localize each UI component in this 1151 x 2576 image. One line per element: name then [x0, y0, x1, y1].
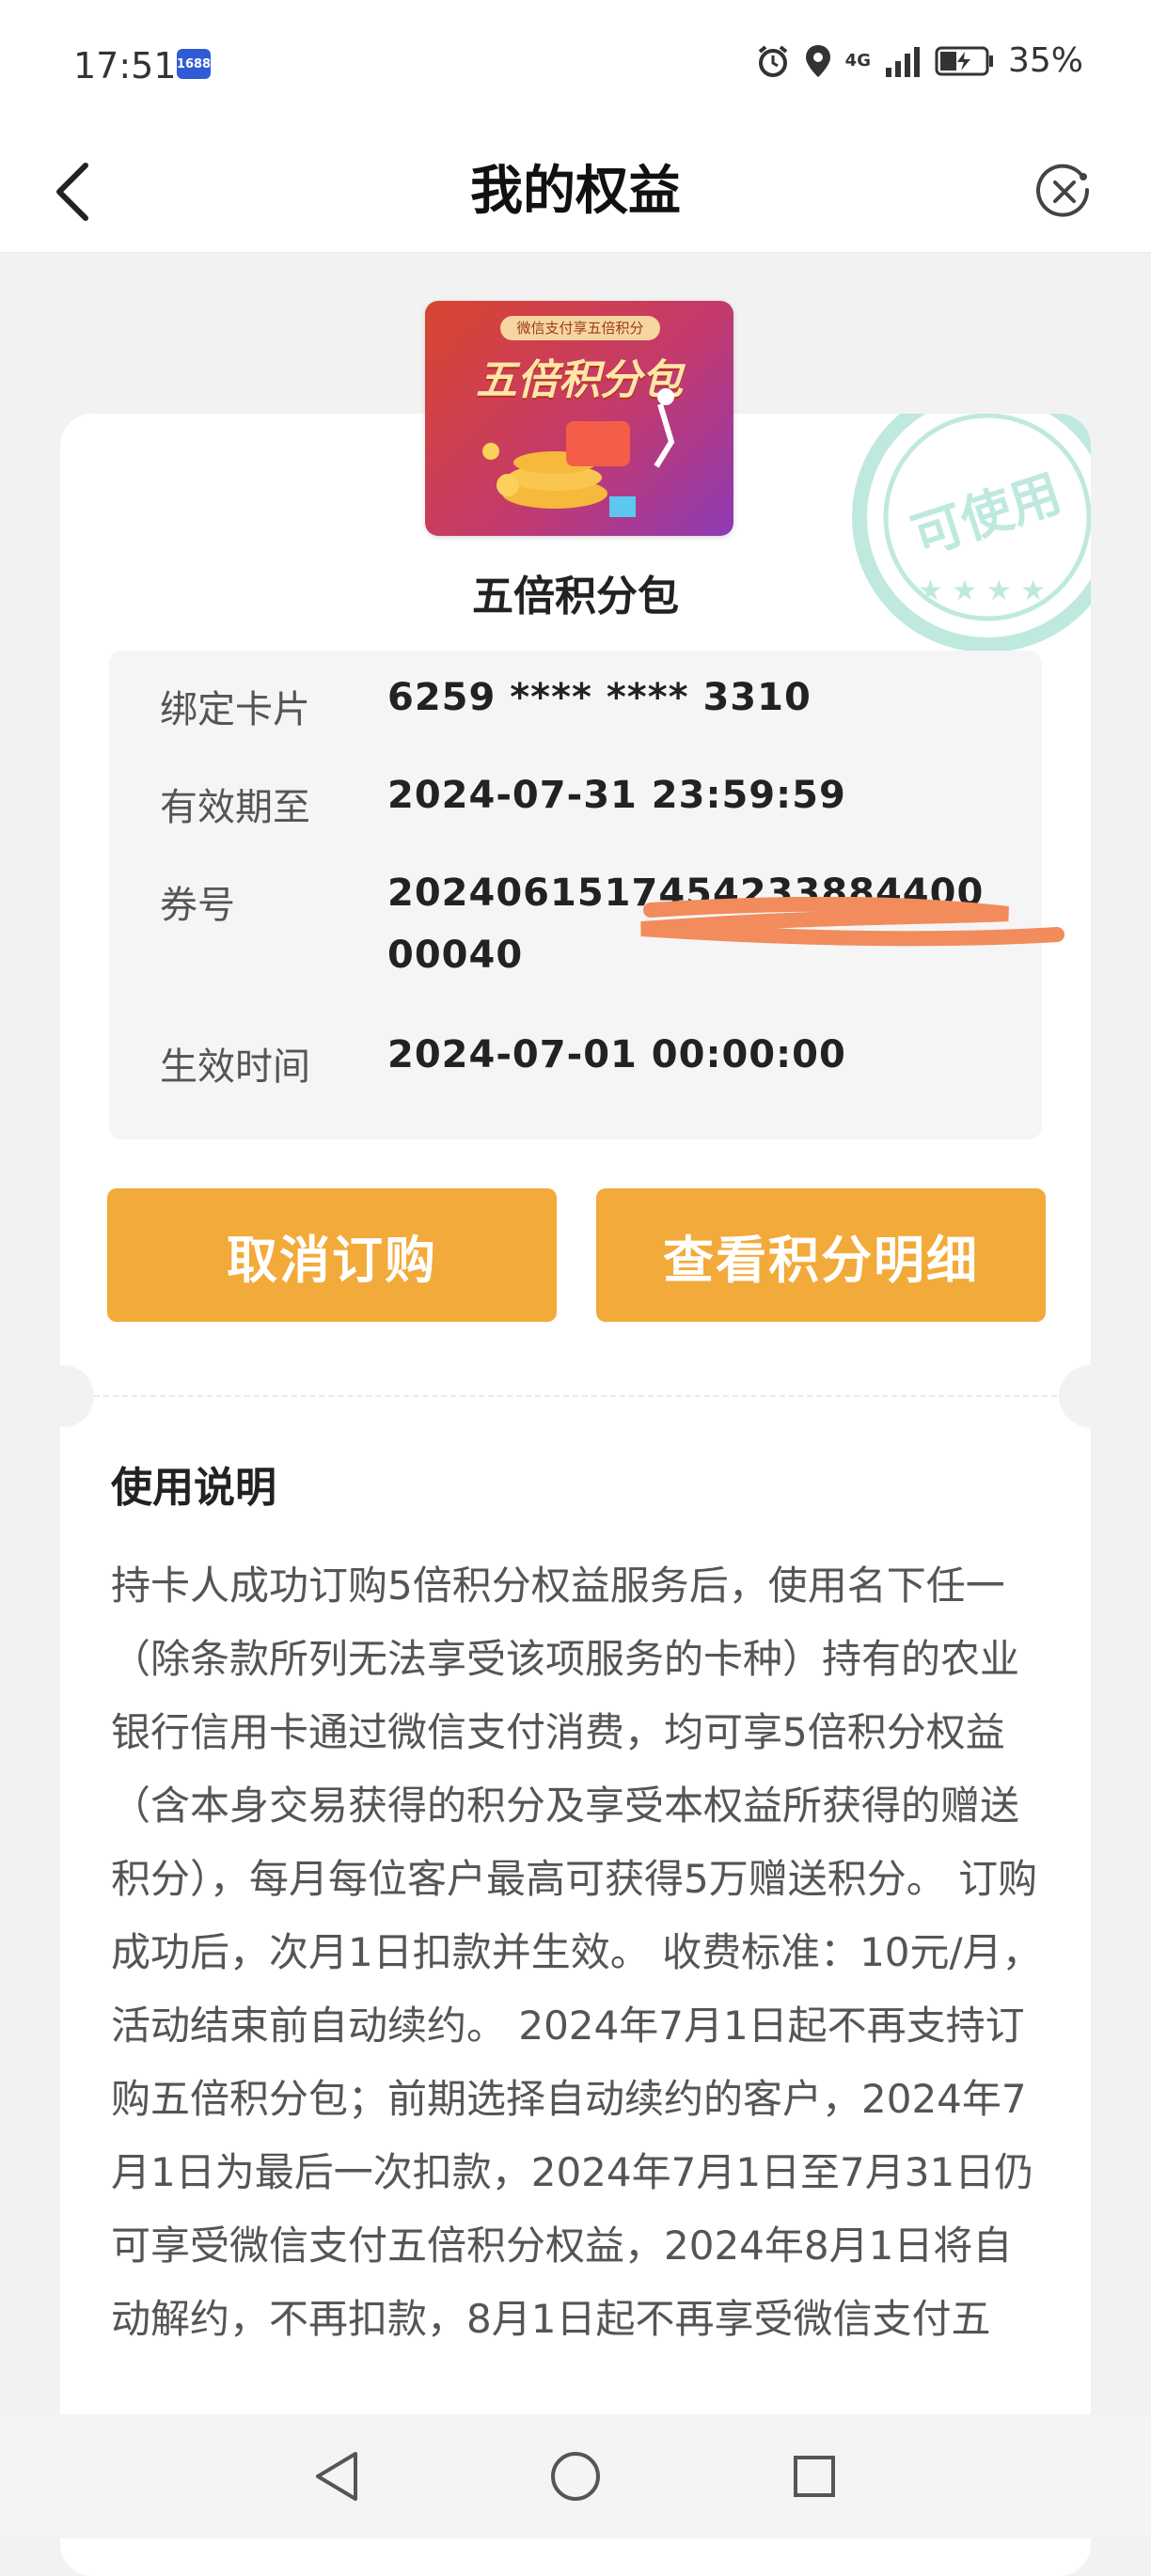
- usage-description: 持卡人成功订购5倍积分权益服务后，使用名下任一（除条款所列无法享受该项服务的卡种…: [111, 1563, 1042, 2342]
- redaction-scribble: [640, 897, 1064, 947]
- nav-back-button[interactable]: [299, 2439, 374, 2514]
- info-label: 有效期至: [160, 786, 310, 829]
- status-icons: 4G 35%: [755, 41, 1083, 80]
- location-icon: [805, 44, 830, 77]
- nav-home-button[interactable]: [538, 2439, 613, 2514]
- expiry-date: 2024-07-31 23:59:59: [387, 774, 846, 817]
- nav-recent-button[interactable]: [777, 2439, 852, 2514]
- header: 我的权益: [0, 132, 1151, 253]
- square-recent-icon: [794, 2456, 835, 2497]
- effective-date: 2024-07-01 00:00:00: [387, 1033, 846, 1076]
- alarm-icon: [758, 44, 787, 77]
- signal-icon: [885, 46, 920, 77]
- battery-level: 35%: [1007, 41, 1083, 80]
- card-notch-left: [32, 1365, 94, 1427]
- view-points-detail-button[interactable]: 查看积分明细: [596, 1188, 1046, 1322]
- card-number: 6259 **** **** 3310: [387, 676, 812, 719]
- info-box: 绑定卡片 6259 **** **** 3310 有效期至 2024-07-31…: [109, 651, 1042, 1139]
- divider: [94, 1395, 1057, 1397]
- stamp-text: 可使用: [905, 463, 1068, 567]
- status-time: 17:51: [73, 45, 177, 86]
- product-image: 微信支付享五倍积分 五倍积分包: [425, 301, 733, 536]
- close-circle-icon: [1036, 164, 1090, 217]
- info-label: 生效时间: [160, 1045, 310, 1089]
- card-notch-right: [1059, 1365, 1121, 1427]
- app-badge-icon: 1688: [177, 49, 211, 79]
- gold-coins-icon: [482, 388, 675, 517]
- close-button[interactable]: [1031, 158, 1098, 226]
- page-title: 我的权益: [470, 161, 681, 222]
- product-name: 五倍积分包: [472, 573, 679, 620]
- triangle-back-icon: [316, 2452, 357, 2501]
- system-nav-bar: [0, 2414, 1151, 2538]
- network-type: 4G: [844, 50, 871, 71]
- info-label: 绑定卡片: [160, 688, 310, 731]
- circle-home-icon: [551, 2452, 600, 2501]
- cancel-subscription-button[interactable]: 取消订购: [107, 1188, 557, 1322]
- usage-title: 使用说明: [111, 1464, 276, 1512]
- battery-icon: [935, 46, 993, 75]
- status-bar: 17:51 1688 4G 35%: [0, 0, 1151, 132]
- info-label: 券号: [160, 884, 235, 927]
